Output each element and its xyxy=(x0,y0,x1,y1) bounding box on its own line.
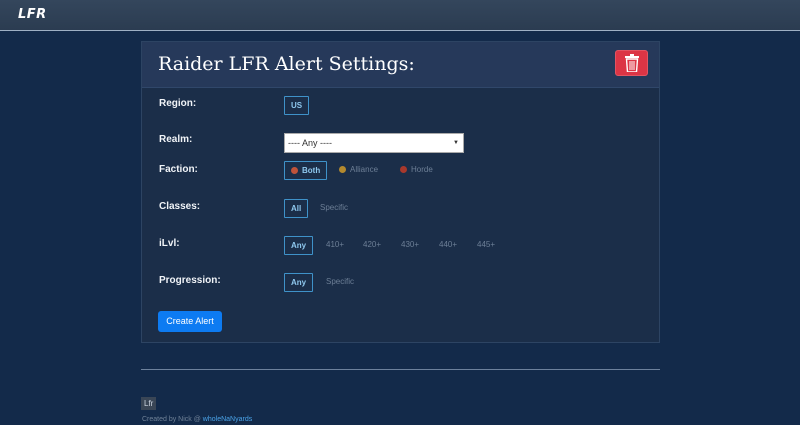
ilvl-option-440[interactable]: 440+ xyxy=(433,236,463,255)
progression-label: Progression: xyxy=(159,275,221,286)
footer-credit: Created by Nick @ wholeNaNyards xyxy=(142,416,252,423)
faction-option-both-label: Both xyxy=(302,166,321,175)
footer-credit-text: Created by Nick @ xyxy=(142,416,203,423)
delete-button[interactable] xyxy=(615,50,648,76)
faction-option-alliance[interactable]: Alliance xyxy=(333,161,384,180)
both-faction-icon xyxy=(291,167,298,174)
progression-option-specific[interactable]: Specific xyxy=(320,273,360,292)
horde-icon xyxy=(400,166,407,173)
alert-settings-panel: Raider LFR Alert Settings: Region: US Re… xyxy=(141,41,660,343)
footer-badge: Lfr xyxy=(141,397,157,410)
classes-label: Classes: xyxy=(159,201,201,212)
faction-option-both[interactable]: Both xyxy=(284,161,328,180)
faction-option-horde[interactable]: Horde xyxy=(394,161,439,180)
create-alert-button[interactable]: Create Alert xyxy=(158,311,222,332)
author-link[interactable]: wholeNaNyards xyxy=(203,416,252,423)
top-navbar: LFR xyxy=(0,0,800,31)
realm-select[interactable]: ---- Any ---- ▼ xyxy=(284,133,464,153)
region-label: Region: xyxy=(159,98,197,109)
realm-label: Realm: xyxy=(159,134,193,145)
panel-header: Raider LFR Alert Settings: xyxy=(142,42,659,88)
region-option-us[interactable]: US xyxy=(284,96,310,115)
classes-option-specific[interactable]: Specific xyxy=(314,199,354,218)
alliance-icon xyxy=(339,166,346,173)
ilvl-option-any[interactable]: Any xyxy=(284,236,314,255)
progression-option-any[interactable]: Any xyxy=(284,273,314,292)
ilvl-option-420[interactable]: 420+ xyxy=(357,236,387,255)
ilvl-option-430[interactable]: 430+ xyxy=(395,236,425,255)
brand-logo[interactable]: LFR xyxy=(18,7,47,22)
realm-select-value: ---- Any ---- xyxy=(288,138,332,148)
footer-divider xyxy=(141,369,660,370)
ilvl-label: iLvl: xyxy=(159,238,180,249)
chevron-down-icon: ▼ xyxy=(453,140,459,146)
trash-icon xyxy=(624,54,639,72)
faction-option-horde-label: Horde xyxy=(411,165,433,174)
classes-option-all[interactable]: All xyxy=(284,199,309,218)
ilvl-option-445[interactable]: 445+ xyxy=(471,236,501,255)
faction-option-alliance-label: Alliance xyxy=(350,165,379,174)
page-title: Raider LFR Alert Settings: xyxy=(158,53,415,75)
faction-label: Faction: xyxy=(159,164,198,175)
ilvl-option-410[interactable]: 410+ xyxy=(320,236,350,255)
